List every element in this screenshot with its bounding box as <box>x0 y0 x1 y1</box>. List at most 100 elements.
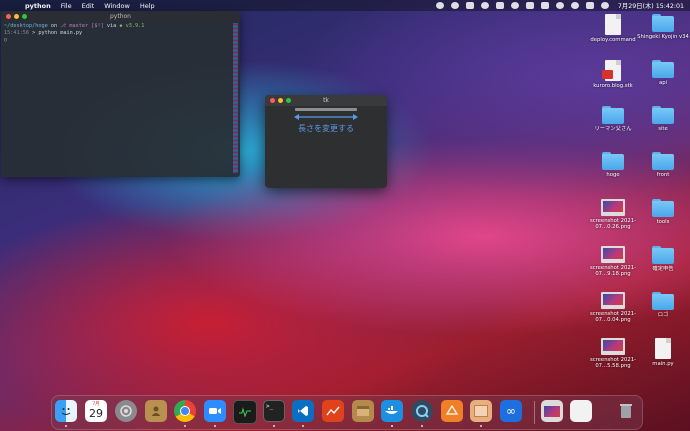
tk-titlebar[interactable]: tk <box>265 95 387 106</box>
prompt-on: on <box>50 23 58 29</box>
calendar-icon[interactable]: 7月 29 <box>85 400 107 422</box>
docker-running-indicator <box>391 425 393 427</box>
spotlight-search-icon[interactable] <box>570 2 579 9</box>
status-p-icon[interactable] <box>465 2 474 9</box>
terminal-command-line: 15:41:56 > python main.py <box>4 30 237 37</box>
preview-running-indicator <box>480 425 482 427</box>
desktop-icon[interactable]: main.py <box>633 338 690 367</box>
finder-icon[interactable] <box>55 400 77 422</box>
tk-window[interactable]: tk 長さを変更する <box>265 95 387 188</box>
image-file-icon <box>601 199 625 216</box>
siri-icon[interactable] <box>600 2 609 9</box>
prompt-via: via <box>106 23 117 29</box>
terminal-window[interactable]: python ~/desktop/hoge on ⎇ master [$!] v… <box>1 11 240 177</box>
desktop-icon[interactable]: front <box>633 152 690 178</box>
folder-icon <box>652 152 674 170</box>
prompt-command: > python main.py <box>32 30 83 36</box>
desktop-icon-label: main.py <box>652 361 674 367</box>
terminal-title: python <box>110 12 131 20</box>
desktop-icon-label: site <box>658 126 668 132</box>
document-icon <box>602 60 621 81</box>
desktop-icon[interactable]: site <box>633 106 690 132</box>
desktop-icon[interactable]: ロゴ <box>633 292 690 318</box>
folder-icon <box>652 14 674 32</box>
chrome-icon[interactable] <box>174 400 196 422</box>
status-a-icon[interactable] <box>495 2 504 9</box>
menu-window[interactable]: Window <box>104 2 130 10</box>
control-center-icon[interactable] <box>585 2 594 9</box>
document-stack-icon[interactable] <box>570 400 592 422</box>
trash-icon[interactable] <box>615 400 637 422</box>
menu-bar: python File Edit Window Help 7月29日(木) 15… <box>0 0 690 11</box>
folder-icon <box>652 60 674 78</box>
document-icon <box>605 14 621 35</box>
desktop-icon-label: Shingeki Kyojin v34 <box>637 34 689 40</box>
activity-monitor-icon[interactable] <box>233 400 257 424</box>
image-file-icon <box>601 246 625 263</box>
docker-icon[interactable] <box>381 400 403 422</box>
dock: 7月 29 >_ ∞ <box>51 395 643 430</box>
vscode-running-indicator <box>302 425 304 427</box>
archive-icon[interactable] <box>352 400 374 422</box>
status-cloud-icon[interactable] <box>480 2 489 9</box>
image-file-icon <box>601 292 625 309</box>
desktop-icon-label: api <box>658 80 668 86</box>
system-preferences-icon[interactable] <box>115 400 137 422</box>
bluetooth-icon[interactable] <box>525 2 534 9</box>
desktop-icon[interactable]: 確定申告 <box>633 246 690 272</box>
folder-icon <box>652 199 674 217</box>
git-branch-icon: ⎇ <box>60 23 67 29</box>
finder-running-indicator <box>65 425 67 427</box>
chart-app-icon[interactable] <box>322 400 344 422</box>
infinity-app-icon[interactable]: ∞ <box>500 400 522 422</box>
status-area: 7月29日(木) 15:42:01 <box>435 0 684 11</box>
zoom-running-indicator <box>214 425 216 427</box>
status-gear-icon[interactable] <box>510 2 519 9</box>
terminal-output[interactable]: ~/desktop/hoge on ⎇ master [$!] via ◆ v3… <box>1 21 240 46</box>
folder-icon <box>652 246 674 264</box>
desktop-icon-label: ロゴ <box>657 312 669 318</box>
menu-app-name[interactable]: python <box>25 2 51 10</box>
screenshot-stack-icon[interactable] <box>541 400 563 422</box>
folder-icon <box>652 292 674 310</box>
desktop-icon-label: tools <box>656 219 670 225</box>
tk-label: 長さを変更する <box>298 124 354 133</box>
folder-icon <box>602 106 624 124</box>
folder-icon <box>652 106 674 124</box>
tk-title: tk <box>323 97 329 104</box>
menu-file[interactable]: File <box>61 2 72 10</box>
quicktime-icon[interactable] <box>411 400 433 422</box>
desktop-icon[interactable]: tools <box>633 199 690 225</box>
terminal-cursor: ▯ <box>4 37 8 43</box>
wifi-icon[interactable] <box>555 2 564 9</box>
menu-help[interactable]: Help <box>140 2 155 10</box>
dock-separator <box>534 401 535 424</box>
terminal-titlebar[interactable]: python <box>1 11 240 21</box>
menu-edit[interactable]: Edit <box>82 2 95 10</box>
prompt-branch: master [$!] <box>69 23 104 29</box>
desktop-icon-label: 確定申告 <box>652 266 674 272</box>
terminal-scrollbar[interactable] <box>233 23 238 173</box>
contacts-icon[interactable] <box>145 400 167 422</box>
terminal-icon[interactable]: >_ <box>263 400 285 422</box>
prompt-version: v3.9.1 <box>125 23 145 29</box>
terminal-running-indicator <box>273 425 275 427</box>
calendar-day: 29 <box>89 407 103 420</box>
desktop-icon[interactable]: api <box>633 60 690 86</box>
zoom-icon[interactable] <box>204 400 226 422</box>
document-icon <box>655 338 671 359</box>
python-icon: ◆ <box>119 23 123 29</box>
prompt-time: 15:41:56 <box>4 30 29 36</box>
status-lock-icon[interactable] <box>450 2 459 9</box>
vscode-icon[interactable] <box>292 400 314 422</box>
sourcetree-icon[interactable] <box>441 400 463 422</box>
battery-icon[interactable] <box>540 2 549 9</box>
desktop-icon[interactable]: Shingeki Kyojin v34 <box>633 14 690 40</box>
tk-scale-bar[interactable] <box>295 108 357 111</box>
status-dropbox-icon[interactable] <box>435 2 444 9</box>
menu-clock[interactable]: 7月29日(木) 15:42:01 <box>618 1 684 10</box>
preview-icon[interactable] <box>470 400 492 422</box>
double-arrow-icon <box>294 114 358 120</box>
quicktime-running-indicator <box>421 425 423 427</box>
chrome-running-indicator <box>184 425 186 427</box>
